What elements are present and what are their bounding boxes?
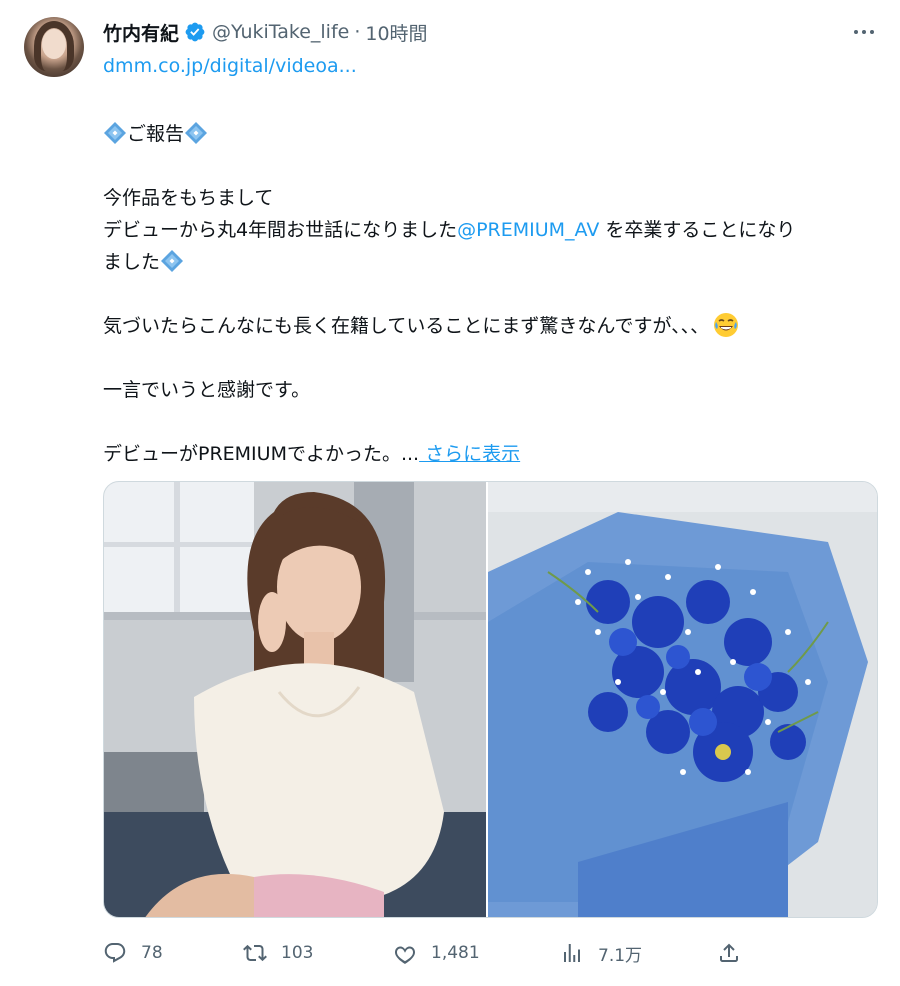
more-horizontal-icon[interactable] bbox=[848, 20, 880, 44]
avatar-face bbox=[42, 29, 66, 59]
text-line-mention: デビューから丸4年間お世話になりました@PREMIUM_AV を卒業することにな… bbox=[103, 214, 878, 246]
diamond-blue-icon bbox=[161, 250, 184, 272]
reply-button[interactable]: 78 bbox=[103, 935, 163, 971]
text-segment: デビューから丸4年間お世話になりました bbox=[103, 219, 458, 241]
text-segment: デビューがPREMIUMでよかった。... bbox=[103, 443, 420, 465]
text-segment: 気づいたらこんなにも長く在籍していることにまず驚きなんですが、、、 bbox=[103, 315, 710, 337]
show-more-link[interactable]: さらに表示 bbox=[419, 443, 520, 465]
media-grid bbox=[103, 481, 878, 918]
text-line: ました bbox=[103, 246, 878, 278]
diamond-blue-icon bbox=[185, 122, 208, 144]
separator-dot: · bbox=[354, 21, 361, 43]
tears-of-joy-emoji bbox=[714, 313, 739, 337]
photo-bouquet[interactable] bbox=[488, 482, 877, 917]
text-line: 今作品をもちまして bbox=[103, 187, 274, 209]
author-handle[interactable]: @YukiTake_life bbox=[212, 21, 349, 43]
external-link[interactable]: dmm.co.jp/digital/videoa... bbox=[103, 55, 357, 77]
timestamp[interactable]: 10時間 bbox=[365, 19, 427, 46]
like-count: 1,481 bbox=[431, 943, 480, 963]
share-icon bbox=[720, 943, 738, 962]
text-line: 気づいたらこんなにも長く在籍していることにまず驚きなんですが、、、 bbox=[103, 310, 878, 342]
bouquet-image bbox=[488, 482, 877, 917]
action-bar: 78 103 1,481 7.1万 bbox=[103, 935, 878, 971]
avatar[interactable] bbox=[24, 17, 84, 77]
text-line: デビューがPREMIUMでよかった。... さらに表示 bbox=[103, 438, 878, 470]
views-button[interactable]: 7.1万 bbox=[560, 935, 642, 971]
heart-icon bbox=[395, 946, 415, 964]
tweet: 竹内有紀 @YukiTake_life · 10時間 dmm.co.jp/dig… bbox=[0, 0, 900, 986]
reply-icon bbox=[104, 943, 126, 963]
retweet-count: 103 bbox=[281, 943, 314, 963]
mention-link[interactable]: @PREMIUM_AV bbox=[457, 219, 599, 241]
like-button[interactable]: 1,481 bbox=[393, 935, 480, 971]
tweet-text: ご報告 今作品をもちまして デビューから丸4年間お世話になりました@PREMIU… bbox=[103, 118, 878, 470]
views-count: 7.1万 bbox=[598, 945, 643, 966]
reply-count: 78 bbox=[141, 943, 163, 963]
text-segment: ました bbox=[103, 251, 161, 273]
retweet-icon bbox=[243, 944, 267, 962]
share-button[interactable] bbox=[717, 935, 755, 971]
tweet-header: 竹内有紀 @YukiTake_life · 10時間 bbox=[103, 19, 428, 45]
author-name[interactable]: 竹内有紀 bbox=[103, 19, 179, 46]
verified-badge-icon bbox=[185, 22, 205, 42]
analytics-icon bbox=[564, 944, 580, 962]
retweet-button[interactable]: 103 bbox=[243, 935, 313, 971]
text-line: 一言でいうと感謝です。 bbox=[103, 379, 311, 401]
photo-portrait[interactable] bbox=[104, 482, 488, 917]
text-heading-line: ご報告 bbox=[103, 118, 878, 150]
portrait-image bbox=[104, 482, 486, 917]
diamond-blue-icon bbox=[104, 122, 126, 144]
heading-text: ご報告 bbox=[127, 123, 185, 145]
text-segment: を卒業することになり bbox=[599, 219, 796, 241]
